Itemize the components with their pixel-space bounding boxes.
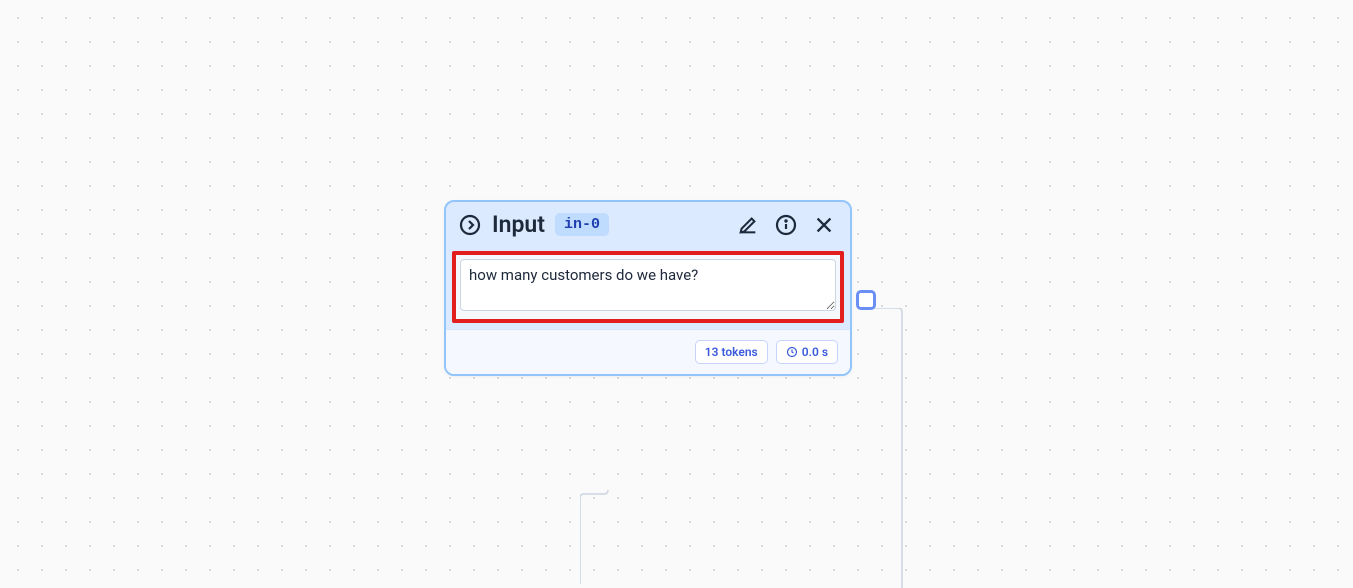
node-id-badge: in-0 xyxy=(555,213,609,236)
info-button[interactable] xyxy=(774,213,798,237)
time-value: 0.0 s xyxy=(802,345,828,359)
arrow-right-circle-icon xyxy=(458,213,482,237)
node-title: Input xyxy=(492,211,545,238)
clock-icon xyxy=(786,346,798,358)
output-connection-handle[interactable] xyxy=(856,290,876,310)
tokens-badge: 13 tokens xyxy=(695,340,768,364)
input-node-card[interactable]: Input in-0 13 tokens xyxy=(444,200,852,376)
edit-icon xyxy=(737,214,759,236)
close-button[interactable] xyxy=(812,213,836,237)
node-header: Input in-0 xyxy=(446,202,850,247)
time-badge: 0.0 s xyxy=(776,340,838,364)
input-textarea[interactable] xyxy=(460,259,836,311)
close-icon xyxy=(813,214,835,236)
node-footer: 13 tokens 0.0 s xyxy=(446,329,850,374)
textarea-highlight-frame xyxy=(452,251,844,323)
edit-button[interactable] xyxy=(736,213,760,237)
tokens-value: 13 tokens xyxy=(705,345,758,359)
node-body xyxy=(446,247,850,329)
info-icon xyxy=(774,213,798,237)
